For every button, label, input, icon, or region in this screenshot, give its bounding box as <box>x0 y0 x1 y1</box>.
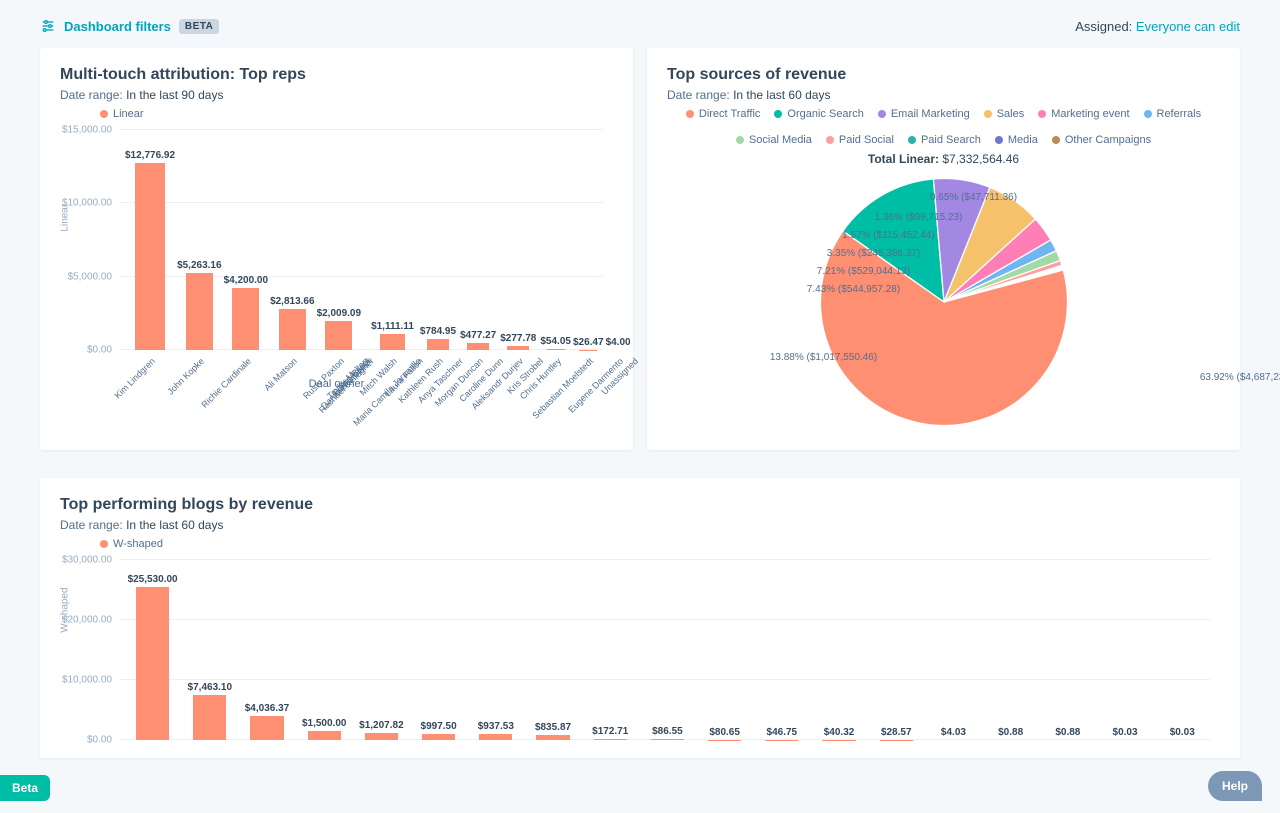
bar-14[interactable]: $477.27Morgan Duncan <box>460 130 496 350</box>
y-axis-label: W-shaped <box>60 587 71 632</box>
bar-16[interactable]: $277.78Aleksandr Durjev <box>500 130 536 350</box>
assigned-block: Assigned: Everyone can edit <box>1075 19 1240 34</box>
bar-chart-blogs: W-shaped $0.00$10,000.00$20,000.00$30,00… <box>120 560 1220 740</box>
card-top-blogs: Top performing blogs by revenue Date ran… <box>40 478 1240 758</box>
beta-button[interactable]: Beta <box>0 775 50 801</box>
legend-item[interactable]: Direct Traffic <box>686 108 761 120</box>
legend-item[interactable]: Marketing event <box>1038 108 1129 120</box>
bar-4[interactable]: $1,207.82 <box>354 560 409 740</box>
bar-0[interactable]: $12,776.92Kim Lindgren <box>125 130 175 350</box>
slice-label: 1.57% ($115,452.44) <box>842 230 935 241</box>
bar-1[interactable]: $7,463.10 <box>182 560 237 740</box>
slice-label: 7.21% ($529,044.13) <box>817 266 910 277</box>
card-title: Multi-touch attribution: Top reps <box>60 66 613 84</box>
assigned-value-link[interactable]: Everyone can edit <box>1136 19 1240 34</box>
slice-label: 1.36% ($99,715.23) <box>875 212 963 223</box>
bar-12[interactable]: $40.32 <box>811 560 866 740</box>
bar-15[interactable]: $0.88 <box>983 560 1038 740</box>
bar-19[interactable]: $26.47Sebastian Moelstedt <box>573 130 604 350</box>
legend-item[interactable]: Email Marketing <box>878 108 970 120</box>
bar-13[interactable]: $28.57 <box>869 560 924 740</box>
bar-9[interactable]: $1,111.11Mitch Walsh <box>371 130 414 350</box>
legend-item[interactable]: Other Campaigns <box>1052 134 1151 146</box>
beta-badge: BETA <box>179 19 219 34</box>
legend-item[interactable]: Paid Social <box>826 134 894 146</box>
bar-9[interactable]: $86.55 <box>640 560 695 740</box>
legend: Linear <box>100 108 613 120</box>
bar-8[interactable]: $172.71 <box>583 560 638 740</box>
slice-label: 13.88% ($1,017,550.46) <box>770 352 877 363</box>
bar-17[interactable]: $0.03 <box>1097 560 1152 740</box>
legend-item[interactable]: Organic Search <box>774 108 863 120</box>
date-range: Date range: In the last 90 days <box>60 88 613 102</box>
bar-3[interactable]: $2,813.66Ali Matson <box>270 130 315 350</box>
bar-16[interactable]: $0.88 <box>1040 560 1095 740</box>
topbar: Dashboard filters BETA Assigned: Everyon… <box>0 0 1280 48</box>
bar-1[interactable]: $5,263.16John Kopke <box>177 130 222 350</box>
legend-item[interactable]: Social Media <box>736 134 812 146</box>
bar-7[interactable]: $835.87 <box>525 560 580 740</box>
slice-label: 63.92% ($4,687,233.79) <box>1200 372 1280 383</box>
card-title: Top performing blogs by revenue <box>60 496 1220 514</box>
dashboard-filters-label: Dashboard filters <box>64 19 171 34</box>
bar-0[interactable]: $25,530.00 <box>125 560 180 740</box>
bar-chart-reps: Linear $0.00$5,000.00$10,000.00$15,000.0… <box>120 130 613 350</box>
bar-4[interactable]: $2,009.09Rusty Paxton <box>317 130 362 350</box>
card-top-reps: Multi-touch attribution: Top reps Date r… <box>40 48 633 450</box>
dashboard-filters-button[interactable]: Dashboard filters BETA <box>40 18 219 34</box>
slice-label: 3.35% ($245,386.37) <box>827 248 920 259</box>
card-title: Top sources of revenue <box>667 66 1220 84</box>
legend: Direct Traffic Organic Search Email Market… <box>667 108 1220 146</box>
bar-2[interactable]: $4,200.00Richie Cardinale <box>224 130 269 350</box>
legend-item[interactable]: Paid Search <box>908 134 981 146</box>
bar-20[interactable]: $4.00Eugene Darmento <box>606 130 631 350</box>
slice-label: 7.43% ($544,957.28) <box>807 284 900 295</box>
legend-item[interactable]: Referrals <box>1144 108 1202 120</box>
bar-18[interactable]: $54.05Chris Huntley <box>540 130 571 350</box>
legend-item[interactable]: Media <box>995 134 1038 146</box>
date-range: Date range: In the last 60 days <box>667 88 1220 102</box>
bar-12[interactable]: $784.95Kathleen Rush <box>420 130 456 350</box>
filter-icon <box>40 18 56 34</box>
bar-6[interactable]: $937.53 <box>468 560 523 740</box>
bar-5[interactable]: $997.50 <box>411 560 466 740</box>
bar-11[interactable]: $46.75 <box>754 560 809 740</box>
date-range: Date range: In the last 60 days <box>60 518 1220 532</box>
card-top-sources: Top sources of revenue Date range: In th… <box>647 48 1240 450</box>
total-linear: Total Linear: $7,332,564.46 <box>667 152 1220 166</box>
legend-item[interactable]: Sales <box>984 108 1025 120</box>
help-button[interactable]: Help <box>1208 771 1262 801</box>
assigned-label: Assigned: <box>1075 19 1132 34</box>
bar-10[interactable]: $80.65 <box>697 560 752 740</box>
bar-14[interactable]: $4.03 <box>926 560 981 740</box>
bar-3[interactable]: $1,500.00 <box>297 560 352 740</box>
pie-chart-sources: 63.92% ($4,687,233.79)13.88% ($1,017,550… <box>667 172 1220 432</box>
bar-18[interactable]: $0.03 <box>1155 560 1210 740</box>
legend: W-shaped <box>100 538 1220 550</box>
slice-label: 0.65% ($47,711.36) <box>930 192 1017 203</box>
bar-2[interactable]: $4,036.37 <box>239 560 294 740</box>
